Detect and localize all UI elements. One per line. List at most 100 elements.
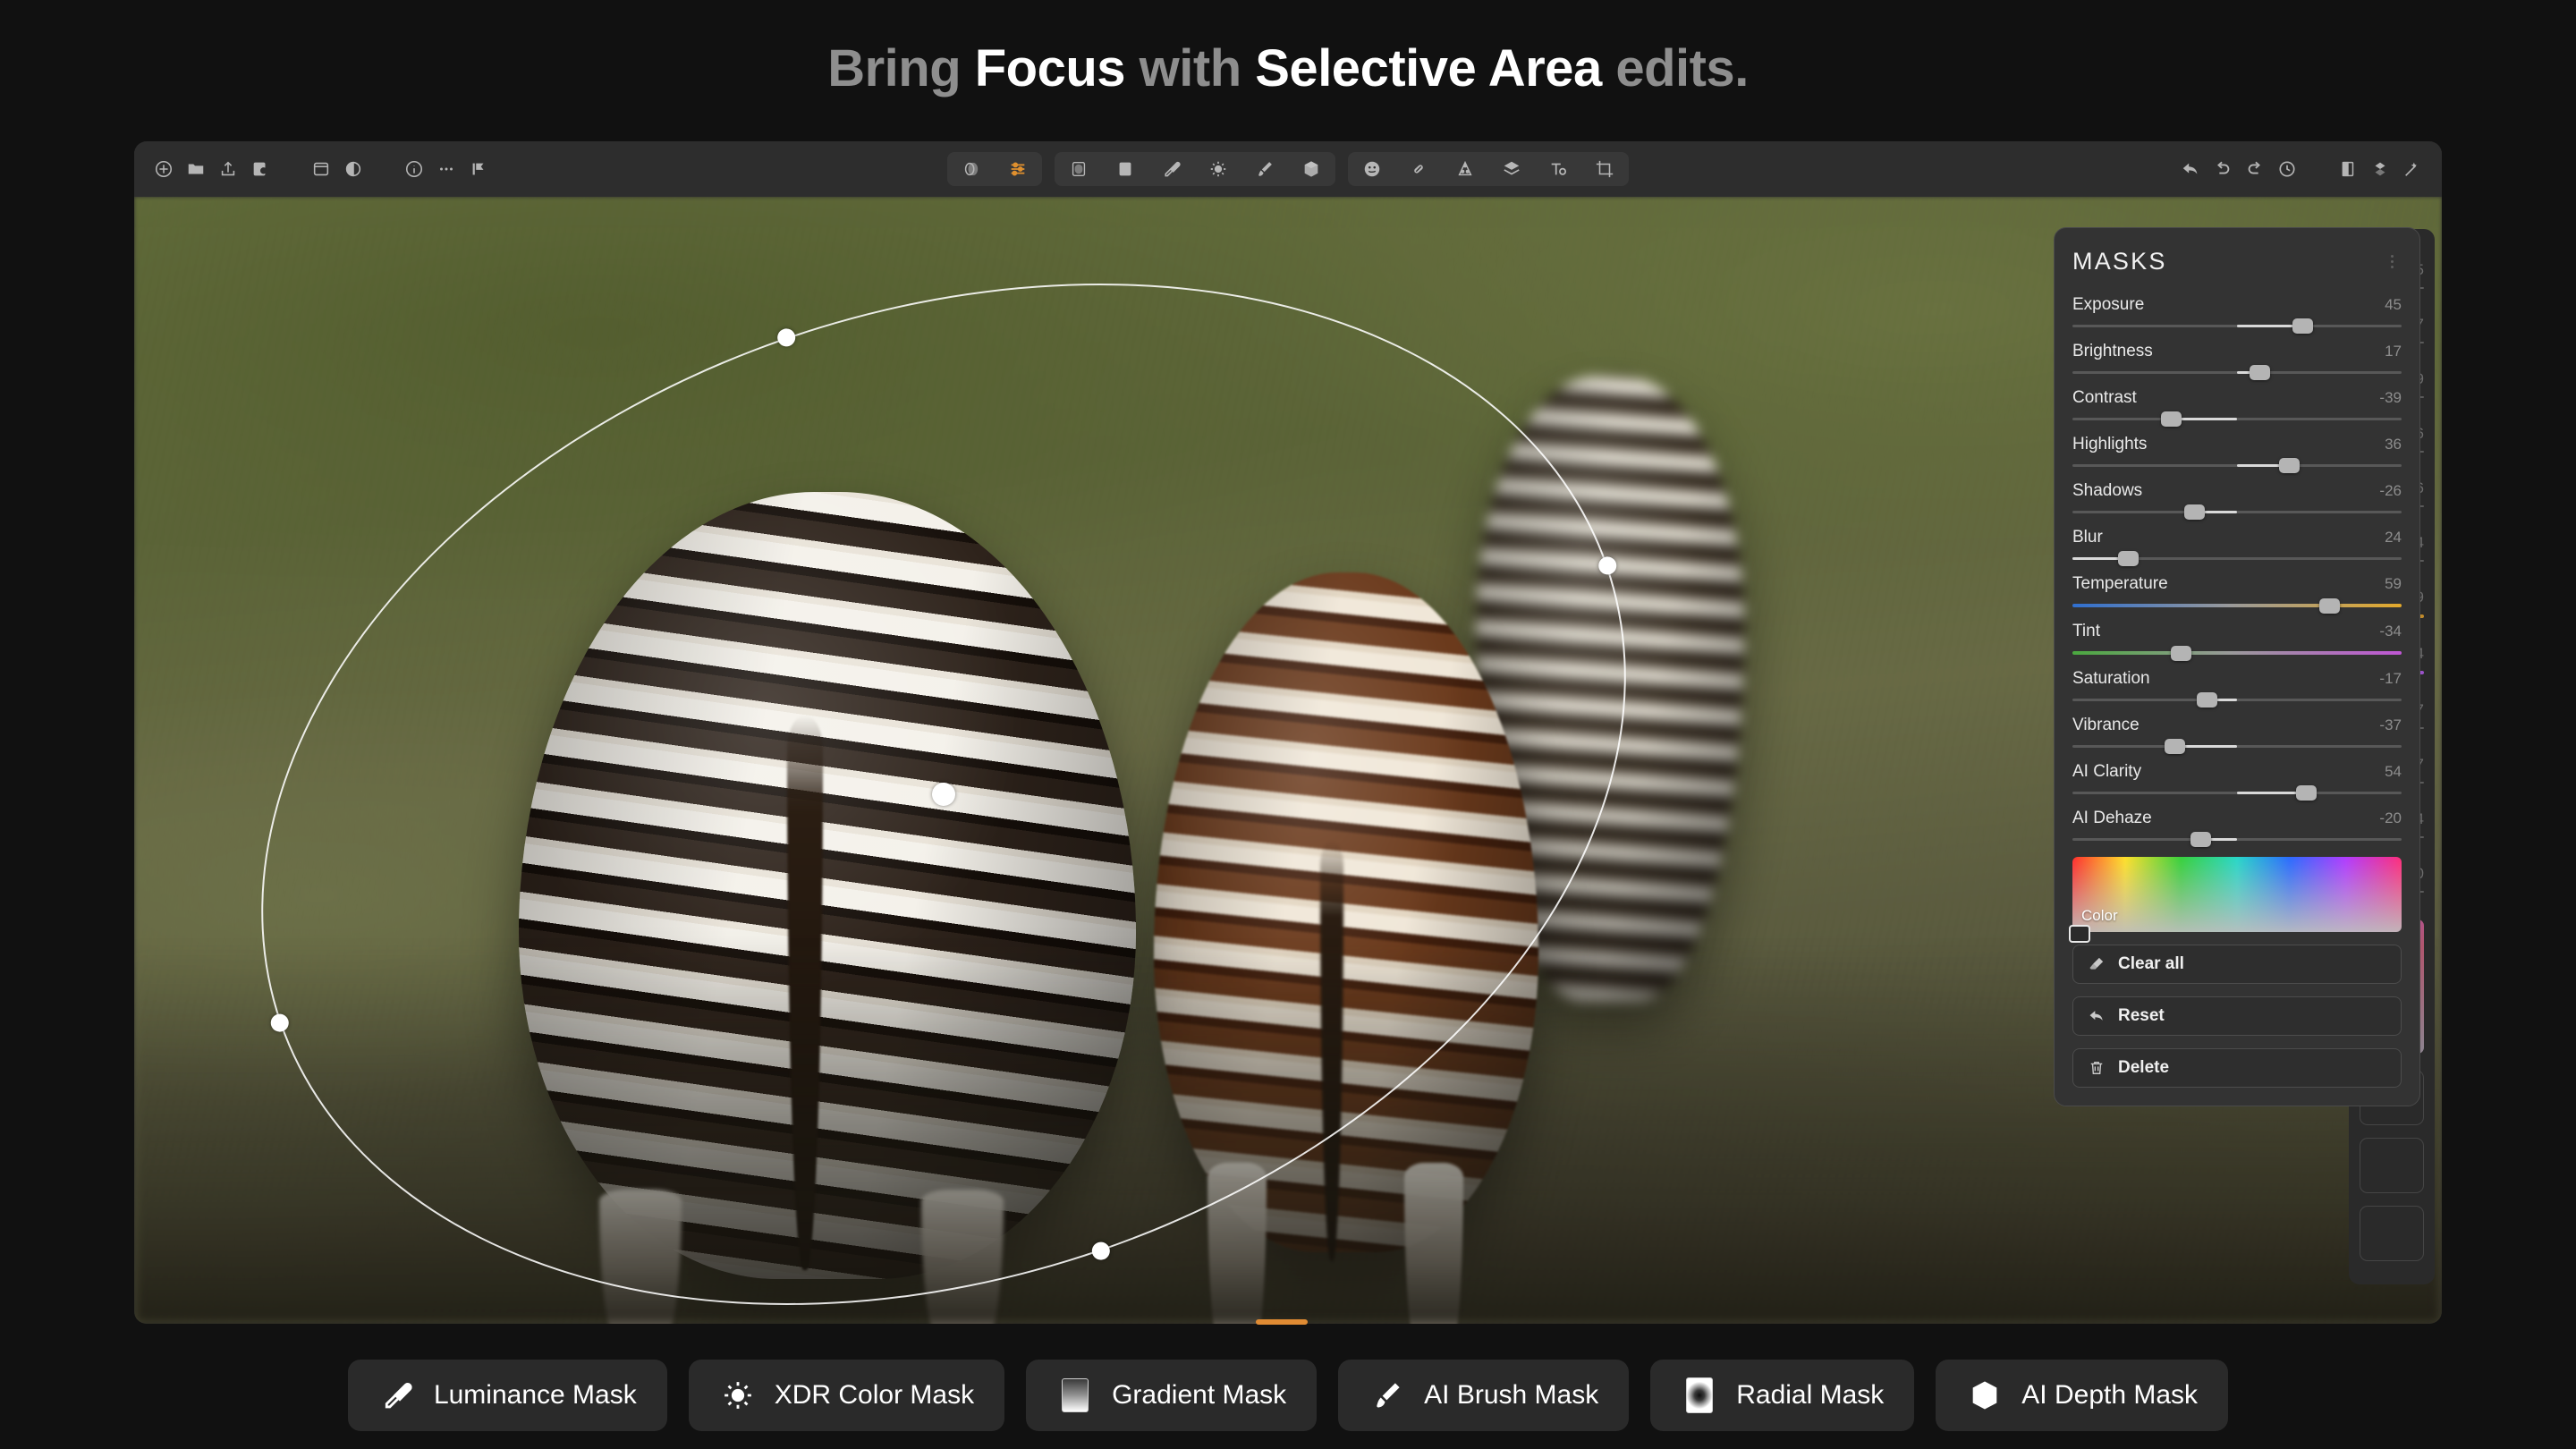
slider-ai-dehaze[interactable]: AI Dehaze -20: [2072, 809, 2402, 847]
slider-knob[interactable]: [2197, 692, 2218, 708]
slider-track[interactable]: [2072, 832, 2402, 847]
kebab-menu-icon[interactable]: [2382, 255, 2402, 268]
masks-slider-list: Exposure 45 Brightness 17 Contrast -39 Highlig…: [2072, 295, 2402, 847]
slider-value: -39: [2379, 389, 2402, 406]
slider-track[interactable]: [2072, 318, 2402, 334]
slider-knob[interactable]: [2118, 551, 2140, 566]
trash-icon: [2090, 1061, 2103, 1074]
slider-vibrance[interactable]: Vibrance -37: [2072, 716, 2402, 754]
slider-exposure[interactable]: Exposure 45: [2072, 295, 2402, 334]
slider-track[interactable]: [2072, 411, 2402, 427]
more-icon[interactable]: [435, 157, 458, 181]
slider-track[interactable]: [2072, 597, 2402, 614]
image-canvas[interactable]: 45 17 -39 36 -26 24 59 -34 -17 -37 54 -2…: [134, 197, 2442, 1324]
reset-button[interactable]: Reset: [2072, 996, 2402, 1036]
slider-track[interactable]: [2072, 504, 2402, 520]
color-picker[interactable]: Color: [2069, 857, 2402, 943]
presets-icon[interactable]: [249, 157, 272, 181]
slider-track[interactable]: [2072, 458, 2402, 473]
slider-temperature[interactable]: Temperature 59: [2072, 574, 2402, 614]
gradient-mask-icon[interactable]: [1067, 157, 1090, 181]
info-icon[interactable]: [402, 157, 426, 181]
compare-icon[interactable]: [2336, 157, 2360, 181]
active-tool-indicator: [1256, 1319, 1308, 1325]
revert-icon[interactable]: [2179, 157, 2202, 181]
slider-brightness[interactable]: Brightness 17: [2072, 342, 2402, 380]
slider-tint[interactable]: Tint -34: [2072, 622, 2402, 661]
slider-knob[interactable]: [2170, 645, 2191, 661]
healing-icon[interactable]: [1407, 157, 1430, 181]
sun-icon: [719, 1377, 757, 1414]
clear-all-button[interactable]: Clear all: [2072, 945, 2402, 984]
slider-knob[interactable]: [2318, 597, 2340, 614]
slider-header: Shadows -26: [2072, 481, 2402, 501]
flip-icon[interactable]: [2368, 157, 2392, 181]
mask-button-label: AI Depth Mask: [2021, 1380, 2199, 1410]
structure-icon[interactable]: [1453, 157, 1477, 181]
square-mask-icon[interactable]: [1114, 157, 1137, 181]
slider-header: Vibrance -37: [2072, 716, 2402, 735]
slider-track[interactable]: [2072, 692, 2402, 708]
slider-knob[interactable]: [2292, 318, 2314, 334]
slider-ai-clarity[interactable]: AI Clarity 54: [2072, 762, 2402, 801]
sun-icon[interactable]: [1207, 157, 1230, 181]
slider-track[interactable]: [2072, 551, 2402, 566]
slider-header: Contrast -39: [2072, 388, 2402, 408]
slider-track[interactable]: [2072, 739, 2402, 754]
slider-knob[interactable]: [2250, 365, 2271, 380]
masks-panel: MASKS Exposure 45 Brightness 17 Contrast -39 H…: [2054, 227, 2420, 1106]
slider-value: 45: [2385, 296, 2402, 313]
crop-icon[interactable]: [1593, 157, 1616, 181]
slider-knob[interactable]: [2183, 504, 2205, 520]
window-icon[interactable]: [309, 157, 333, 181]
redo-icon[interactable]: [2243, 157, 2267, 181]
cube-icon[interactable]: [1300, 157, 1323, 181]
app-window: 45 17 -39 36 -26 24 59 -34 -17 -37 54 -2…: [134, 141, 2442, 1324]
face-icon[interactable]: [1360, 157, 1384, 181]
mask-button-luminance-mask[interactable]: Luminance Mask: [347, 1360, 667, 1431]
undo-arrow-icon: [2089, 1011, 2103, 1021]
slider-knob[interactable]: [2279, 458, 2301, 473]
slider-knob[interactable]: [2164, 739, 2185, 754]
slider-track[interactable]: [2072, 365, 2402, 380]
eyedropper-icon[interactable]: [1160, 157, 1183, 181]
ai-wand-icon[interactable]: [2401, 157, 2424, 181]
slider-highlights[interactable]: Highlights 36: [2072, 435, 2402, 473]
mask-button-xdr-color-mask[interactable]: XDR Color Mask: [688, 1360, 1005, 1431]
slider-saturation[interactable]: Saturation -17: [2072, 669, 2402, 708]
folder-icon[interactable]: [184, 157, 208, 181]
radial-swatch-icon: [1681, 1377, 1718, 1414]
toolbar-left-group: [152, 157, 490, 181]
mask-shape-icon[interactable]: [960, 157, 983, 181]
mask-button-radial-mask[interactable]: Radial Mask: [1650, 1360, 1915, 1431]
color-swatch[interactable]: [2069, 925, 2090, 943]
clear-all-label: Clear all: [2118, 954, 2184, 973]
slider-label: Vibrance: [2072, 716, 2140, 734]
mask-button-ai-brush-mask[interactable]: AI Brush Mask: [1338, 1360, 1630, 1431]
slider-track[interactable]: [2072, 645, 2402, 661]
layers-icon[interactable]: [1500, 157, 1523, 181]
slider-knob[interactable]: [2295, 785, 2317, 801]
add-icon[interactable]: [152, 157, 175, 181]
brush-icon[interactable]: [1253, 157, 1276, 181]
mask-button-ai-depth-mask[interactable]: AI Depth Mask: [1936, 1360, 2229, 1431]
slider-knob[interactable]: [2190, 832, 2212, 847]
slider-knob[interactable]: [2160, 411, 2182, 427]
adjust-sliders-icon[interactable]: [1006, 157, 1030, 181]
slider-shadows[interactable]: Shadows -26: [2072, 481, 2402, 520]
delete-label: Delete: [2118, 1058, 2170, 1077]
undo-icon[interactable]: [2211, 157, 2234, 181]
text-icon[interactable]: [1546, 157, 1570, 181]
slider-contrast[interactable]: Contrast -39: [2072, 388, 2402, 427]
contrast-icon[interactable]: [342, 157, 365, 181]
flag-icon[interactable]: [467, 157, 490, 181]
slider-blur[interactable]: Blur 24: [2072, 528, 2402, 566]
delete-button[interactable]: Delete: [2072, 1048, 2402, 1088]
share-icon[interactable]: [216, 157, 240, 181]
slider-header: Blur 24: [2072, 528, 2402, 547]
mask-button-gradient-mask[interactable]: Gradient Mask: [1026, 1360, 1318, 1431]
history-icon[interactable]: [2275, 157, 2299, 181]
slider-label: Shadows: [2072, 481, 2143, 500]
slider-label: Blur: [2072, 528, 2103, 547]
slider-track[interactable]: [2072, 785, 2402, 801]
